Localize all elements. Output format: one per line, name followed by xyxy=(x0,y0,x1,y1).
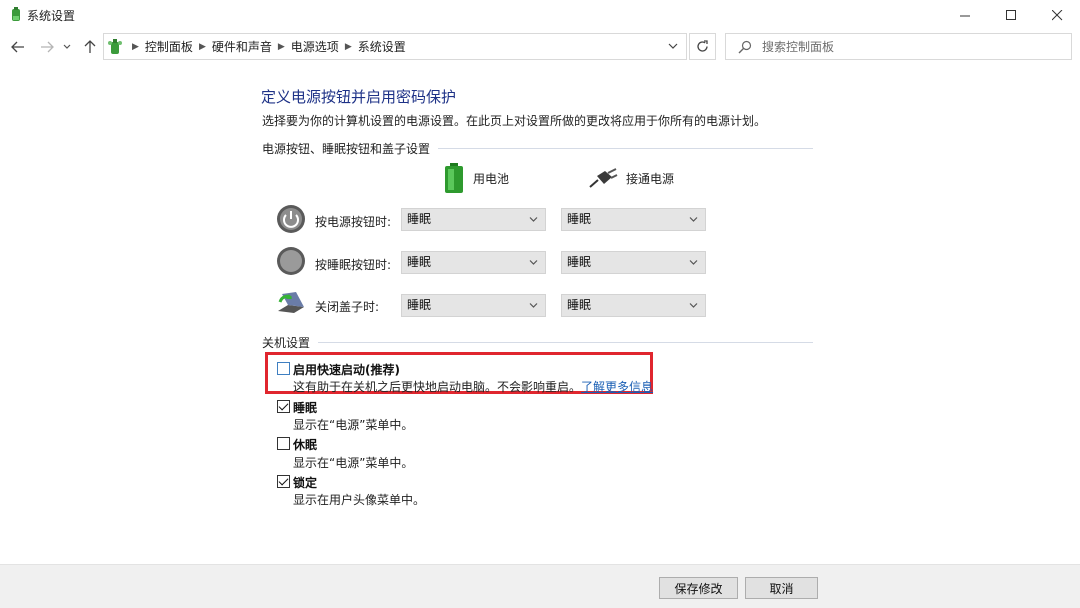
minimize-button[interactable] xyxy=(942,0,988,30)
page-title: 定义电源按钮并启用密码保护 xyxy=(261,88,457,106)
power-buttons-section-header: 电源按钮、睡眠按钮和盖子设置 xyxy=(262,141,813,156)
refresh-button[interactable] xyxy=(689,33,716,60)
recent-locations-button[interactable] xyxy=(60,37,74,57)
arrow-left-icon xyxy=(11,41,24,53)
select-value: 睡眠 xyxy=(407,212,432,226)
refresh-icon xyxy=(697,40,708,52)
power-buttons-section-label: 电源按钮、睡眠按钮和盖子设置 xyxy=(262,141,431,156)
hibernate-option-title: 休眠 xyxy=(293,438,318,452)
sleep-button-battery-select[interactable]: 睡眠 xyxy=(401,251,546,274)
address-bar[interactable]: ▶ 控制面板 ▶ 硬件和声音 ▶ 电源选项 ▶ 系统设置 xyxy=(103,33,687,60)
control-panel-app-icon xyxy=(12,7,20,21)
chevron-right-icon[interactable]: ▶ xyxy=(278,42,285,52)
sleep-option-description: 显示在“电源”菜单中。 xyxy=(293,418,414,432)
power-button-plugged-select[interactable]: 睡眠 xyxy=(561,208,706,231)
chevron-down-icon xyxy=(63,44,71,49)
title-bar: 系统设置 xyxy=(0,0,1080,30)
maximize-button[interactable] xyxy=(988,0,1034,30)
sleep-button-plugged-select[interactable]: 睡眠 xyxy=(561,251,706,274)
address-dropdown-icon[interactable] xyxy=(668,41,678,51)
chevron-down-icon xyxy=(689,260,698,265)
learn-more-link[interactable]: 了解更多信息 xyxy=(581,380,653,394)
fast-startup-title: 启用快速启动(推荐) xyxy=(293,363,400,377)
laptop-lid-icon xyxy=(278,292,304,313)
chevron-down-icon xyxy=(529,260,538,265)
minimize-icon xyxy=(959,15,970,16)
column-header-plugged-in: 接通电源 xyxy=(588,163,674,193)
hibernate-option-description: 显示在“电源”菜单中。 xyxy=(293,456,414,470)
arrow-up-icon xyxy=(84,40,96,53)
arrow-right-icon xyxy=(41,41,54,53)
select-value: 睡眠 xyxy=(407,255,432,269)
chevron-right-icon[interactable]: ▶ xyxy=(345,42,352,52)
chevron-right-icon: ▶ xyxy=(132,41,139,52)
power-plug-icon xyxy=(589,168,618,188)
power-button-battery-select[interactable]: 睡眠 xyxy=(401,208,546,231)
lid-close-battery-select[interactable]: 睡眠 xyxy=(401,294,546,317)
shutdown-section-header: 关机设置 xyxy=(262,335,813,350)
breadcrumb-system-settings[interactable]: 系统设置 xyxy=(358,38,406,55)
footer-bar: 保存修改 取消 xyxy=(0,564,1080,608)
sleep-option-title: 睡眠 xyxy=(293,401,318,415)
close-button[interactable] xyxy=(1034,0,1080,30)
lid-close-label: 关闭盖子时: xyxy=(315,300,380,314)
section-divider xyxy=(438,147,813,149)
plugged-in-label: 接通电源 xyxy=(626,171,675,186)
battery-label: 用电池 xyxy=(473,171,510,186)
maximize-icon xyxy=(1005,9,1016,20)
breadcrumb-power-options[interactable]: 电源选项 xyxy=(291,38,339,55)
window-title: 系统设置 xyxy=(27,9,76,23)
breadcrumb-control-panel[interactable]: 控制面板 xyxy=(145,38,193,55)
save-button[interactable]: 保存修改 xyxy=(659,577,738,599)
sleep-button-icon xyxy=(277,247,305,275)
sleep-button-label: 按睡眠按钮时: xyxy=(315,258,392,272)
select-value: 睡眠 xyxy=(407,298,432,312)
lid-close-plugged-select[interactable]: 睡眠 xyxy=(561,294,706,317)
search-box[interactable] xyxy=(725,33,1072,60)
select-value: 睡眠 xyxy=(567,212,592,226)
chevron-down-icon xyxy=(689,303,698,308)
select-value: 睡眠 xyxy=(567,298,592,312)
breadcrumb-hardware-sound[interactable]: 硬件和声音 xyxy=(212,38,272,55)
chevron-down-icon xyxy=(689,217,698,222)
breadcrumb: ▶ 控制面板 ▶ 硬件和声音 ▶ 电源选项 ▶ 系统设置 xyxy=(126,34,406,59)
sleep-checkbox[interactable] xyxy=(277,400,290,413)
select-value: 睡眠 xyxy=(567,255,592,269)
search-icon xyxy=(738,40,752,54)
fast-startup-checkbox[interactable] xyxy=(277,362,290,375)
fast-startup-description-text: 这有助于在关机之后更快地启动电脑。不会影响重启。 xyxy=(293,380,582,394)
chevron-down-icon xyxy=(529,217,538,222)
lock-option-title: 锁定 xyxy=(293,476,318,490)
section-divider xyxy=(318,341,813,343)
chevron-down-icon xyxy=(529,303,538,308)
hibernate-checkbox[interactable] xyxy=(277,437,290,450)
battery-icon xyxy=(445,163,463,193)
column-header-battery: 用电池 xyxy=(443,163,509,193)
power-button-icon xyxy=(277,205,305,233)
lock-option-description: 显示在用户头像菜单中。 xyxy=(293,493,426,507)
shutdown-section-label: 关机设置 xyxy=(262,335,311,350)
navigation-bar: ▶ 控制面板 ▶ 硬件和声音 ▶ 电源选项 ▶ 系统设置 xyxy=(0,30,1080,64)
up-button[interactable] xyxy=(80,37,100,57)
page-description: 选择要为你的计算机设置的电源设置。在此页上对设置所做的更改将应用于你所有的电源计… xyxy=(262,114,767,128)
lock-checkbox[interactable] xyxy=(277,475,290,488)
close-icon xyxy=(1051,9,1062,20)
control-panel-icon xyxy=(108,39,122,54)
power-button-label: 按电源按钮时: xyxy=(315,215,392,229)
forward-button[interactable] xyxy=(37,37,57,57)
search-input[interactable] xyxy=(762,37,1062,56)
cancel-button[interactable]: 取消 xyxy=(745,577,818,599)
back-button[interactable] xyxy=(8,37,28,57)
fast-startup-description: 这有助于在关机之后更快地启动电脑。不会影响重启。了解更多信息 xyxy=(293,378,653,395)
chevron-right-icon[interactable]: ▶ xyxy=(199,42,206,52)
